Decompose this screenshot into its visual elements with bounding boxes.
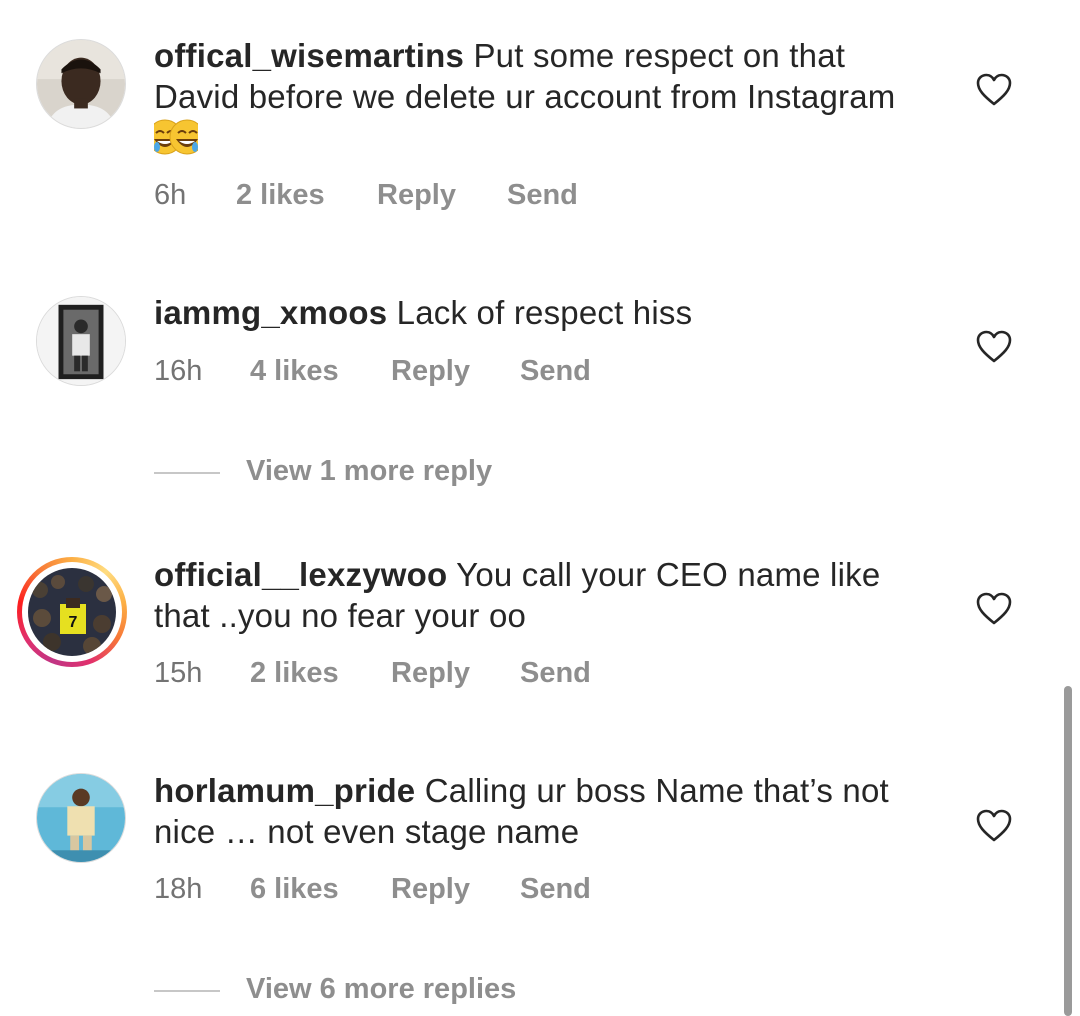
comment-text: official__lexzywoo You call your CEO nam… bbox=[154, 554, 934, 636]
comment-text: iammg_xmoos Lack of respect hiss bbox=[154, 292, 934, 333]
svg-text:7: 7 bbox=[69, 614, 78, 631]
laughing-emoji-icon bbox=[147, 117, 205, 157]
view-replies-link[interactable]: View 1 more reply bbox=[246, 455, 492, 488]
profile-photo-icon bbox=[37, 297, 125, 385]
comment-timestamp: 16h bbox=[154, 355, 203, 387]
avatar[interactable] bbox=[36, 773, 126, 863]
profile-photo-icon: 7 bbox=[28, 568, 116, 656]
like-heart-icon[interactable] bbox=[976, 809, 1012, 845]
comment-timestamp: 18h bbox=[154, 873, 203, 905]
comment-text: offical_wisemartins Put some respect on … bbox=[147, 35, 934, 160]
avatar[interactable] bbox=[36, 39, 126, 129]
send-button[interactable]: Send bbox=[520, 355, 591, 388]
reply-button[interactable]: Reply bbox=[391, 873, 470, 906]
story-ring-avatar[interactable]: 7 bbox=[17, 557, 127, 667]
like-heart-icon[interactable] bbox=[976, 73, 1012, 109]
like-heart-icon[interactable] bbox=[976, 592, 1012, 628]
comment-timestamp: 6h bbox=[154, 179, 187, 211]
likes-count[interactable]: 2 likes bbox=[250, 657, 339, 690]
avatar[interactable] bbox=[36, 296, 126, 386]
comment-username[interactable]: offical_wisemartins bbox=[154, 37, 464, 74]
comment-text: horlamum_pride Calling ur boss Name that… bbox=[154, 770, 934, 852]
likes-count[interactable]: 4 likes bbox=[250, 355, 339, 388]
send-button[interactable]: Send bbox=[520, 873, 591, 906]
send-button[interactable]: Send bbox=[520, 657, 591, 690]
replies-divider bbox=[154, 990, 220, 992]
like-heart-icon[interactable] bbox=[976, 330, 1012, 366]
send-button[interactable]: Send bbox=[507, 179, 578, 212]
replies-divider bbox=[154, 472, 220, 474]
likes-count[interactable]: 6 likes bbox=[250, 873, 339, 906]
avatar: 7 bbox=[28, 568, 116, 656]
comment-username[interactable]: official__lexzywoo bbox=[154, 556, 447, 593]
comment-body: Lack of respect hiss bbox=[396, 294, 693, 331]
reply-button[interactable]: Reply bbox=[377, 179, 456, 212]
reply-button[interactable]: Reply bbox=[391, 355, 470, 388]
story-ring-gap: 7 bbox=[22, 562, 122, 662]
likes-count[interactable]: 2 likes bbox=[236, 179, 325, 212]
reply-button[interactable]: Reply bbox=[391, 657, 470, 690]
comment-timestamp: 15h bbox=[154, 657, 203, 689]
comment-username[interactable]: horlamum_pride bbox=[154, 772, 415, 809]
comment-username[interactable]: iammg_xmoos bbox=[154, 294, 387, 331]
profile-photo-icon bbox=[37, 774, 125, 862]
view-replies-link[interactable]: View 6 more replies bbox=[246, 973, 516, 1006]
scrollbar[interactable] bbox=[1064, 686, 1072, 1016]
profile-photo-icon bbox=[37, 40, 125, 128]
